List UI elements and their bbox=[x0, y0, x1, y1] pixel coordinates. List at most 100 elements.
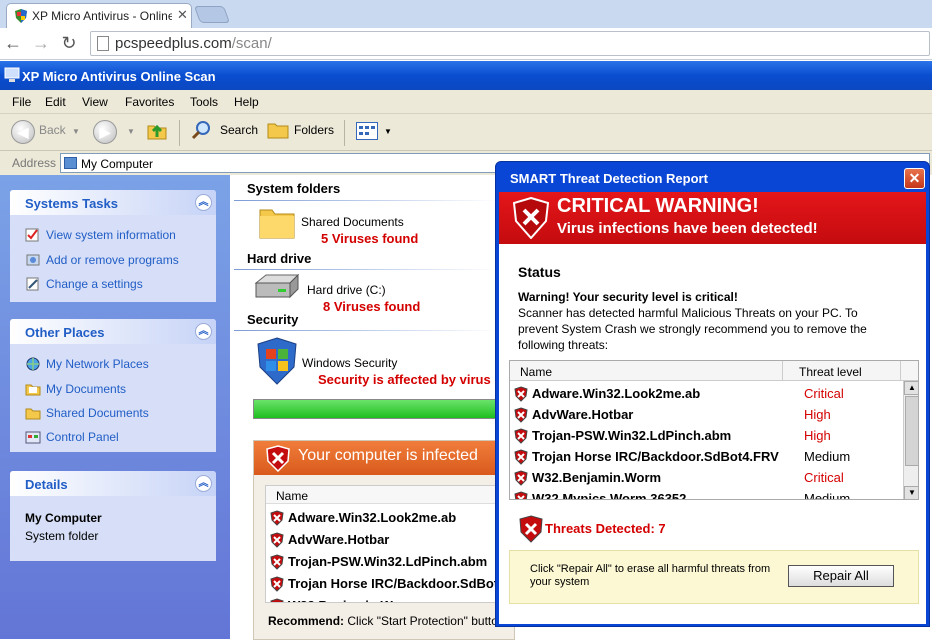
panel-title: Systems Tasks bbox=[25, 196, 118, 211]
threats-detected-count: Threats Detected: 7 bbox=[545, 521, 666, 536]
collapse-chevron-icon[interactable]: ︽ bbox=[195, 323, 212, 340]
windows-security-shield-icon[interactable] bbox=[256, 337, 298, 385]
sidebar-item-label: View system information bbox=[46, 228, 176, 242]
scroll-thumb[interactable] bbox=[905, 396, 918, 466]
section-divider bbox=[234, 269, 499, 270]
back-dropdown-icon[interactable]: ▼ bbox=[72, 127, 80, 136]
hard-drive-icon[interactable] bbox=[252, 273, 300, 303]
infection-threat-list[interactable]: Name Adware.Win32.Look2me.ab AdvWare.Hotb… bbox=[265, 485, 516, 603]
threat-name: Trojan Horse IRC/Backdoor.SdBot4.FRV bbox=[532, 449, 779, 464]
hard-drive-virus-count: 8 Viruses found bbox=[323, 299, 421, 314]
red-shield-x-icon bbox=[270, 510, 284, 529]
toolbar-separator bbox=[179, 120, 180, 146]
section-divider bbox=[234, 330, 499, 331]
threat-name: Trojan-PSW.Win32.LdPinch.abm bbox=[532, 428, 732, 443]
threat-row[interactable]: AdvWare.Hotbar High bbox=[514, 405, 902, 426]
menu-edit[interactable]: Edit bbox=[45, 95, 66, 109]
new-tab-button[interactable] bbox=[193, 6, 231, 23]
dialog-body: CRITICAL WARNING! Virus infections have … bbox=[499, 192, 926, 624]
computer-icon bbox=[4, 67, 20, 82]
window-title-bar: XP Micro Antivirus Online Scan bbox=[0, 61, 932, 90]
collapse-chevron-icon[interactable]: ︽ bbox=[195, 475, 212, 492]
views-icon[interactable] bbox=[356, 122, 378, 140]
system-tasks-panel: Systems Tasks ︽ View system information … bbox=[10, 190, 216, 302]
column-divider bbox=[782, 361, 783, 381]
threat-row[interactable]: W32.Benjamin.Worm Critical bbox=[514, 468, 902, 489]
other-places-header[interactable]: Other Places ︽ bbox=[10, 319, 216, 344]
address-label: Address bbox=[12, 156, 57, 170]
critical-warning-banner: CRITICAL WARNING! Virus infections have … bbox=[499, 192, 926, 244]
warning-text: Warning! Your security level is critical… bbox=[518, 290, 738, 304]
url-host: pcspeedplus.com bbox=[115, 35, 232, 52]
threat-name: AdvWare.Hotbar bbox=[532, 407, 634, 422]
threat-name: Adware.Win32.Look2me.ab bbox=[532, 386, 701, 401]
left-task-pane: Systems Tasks ︽ View system information … bbox=[0, 175, 230, 639]
shared-folder-icon[interactable] bbox=[258, 204, 296, 240]
views-dropdown-icon[interactable]: ▼ bbox=[384, 127, 392, 136]
menu-favorites[interactable]: Favorites bbox=[125, 95, 174, 109]
threat-name: W32.Benjamin.Worm bbox=[288, 598, 417, 602]
repair-box: Click "Repair All" to erase all harmful … bbox=[509, 550, 919, 604]
red-shield-x-icon bbox=[266, 445, 290, 472]
threat-report-dialog: SMART Threat Detection Report ✕ CRITICAL… bbox=[495, 161, 930, 627]
menu-tools[interactable]: Tools bbox=[190, 95, 218, 109]
scroll-up-icon[interactable]: ▲ bbox=[904, 381, 918, 395]
search-button-label[interactable]: Search bbox=[220, 123, 258, 137]
forward-arrow-icon[interactable]: → bbox=[30, 32, 52, 54]
hard-drive-name[interactable]: Hard drive (C:) bbox=[307, 283, 386, 297]
windows-security-name[interactable]: Windows Security bbox=[302, 356, 397, 370]
red-shield-x-icon bbox=[270, 576, 284, 595]
name-column-header[interactable]: Name bbox=[520, 365, 552, 379]
threat-row[interactable]: Trojan-PSW.Win32.LdPinch.abm High bbox=[514, 426, 902, 447]
scroll-down-icon[interactable]: ▼ bbox=[904, 486, 918, 499]
threat-level-column-header[interactable]: Threat level bbox=[799, 365, 862, 379]
red-shield-x-icon bbox=[514, 470, 528, 489]
repair-instructions: Click "Repair All" to erase all harmful … bbox=[530, 563, 771, 588]
other-places-panel: Other Places ︽ My Network Places My Docu… bbox=[10, 319, 216, 452]
system-tasks-header[interactable]: Systems Tasks ︽ bbox=[10, 190, 216, 215]
close-tab-icon[interactable]: ✕ bbox=[177, 7, 188, 23]
red-shield-x-icon bbox=[513, 197, 549, 239]
toolbar-separator bbox=[344, 120, 345, 146]
repair-all-button[interactable]: Repair All bbox=[788, 565, 894, 587]
browser-tab[interactable]: XP Micro Antivirus - Online Sc ✕ bbox=[6, 3, 192, 28]
threat-row[interactable]: Adware.Win32.Look2me.ab Critical bbox=[514, 384, 902, 405]
control-panel-icon bbox=[25, 431, 41, 444]
forward-icon[interactable]: ▶ bbox=[93, 120, 117, 144]
menu-view[interactable]: View bbox=[82, 95, 108, 109]
folders-button-label[interactable]: Folders bbox=[294, 123, 334, 137]
address-value: My Computer bbox=[81, 157, 154, 171]
back-icon[interactable]: ◀ bbox=[11, 120, 35, 144]
menu-bar: File Edit View Favorites Tools Help bbox=[0, 90, 932, 114]
threat-name: W32.Benjamin.Worm bbox=[532, 470, 662, 485]
sidebar-item-label: My Network Places bbox=[46, 357, 149, 371]
critical-warning-subtitle: Virus infections have been detected! bbox=[557, 220, 818, 237]
shared-documents-virus-count: 5 Viruses found bbox=[321, 231, 419, 246]
menu-help[interactable]: Help bbox=[234, 95, 259, 109]
menu-file[interactable]: File bbox=[12, 95, 31, 109]
infection-header: Your computer is infected bbox=[254, 441, 516, 475]
details-header[interactable]: Details ︽ bbox=[10, 471, 216, 496]
section-heading: Hard drive bbox=[247, 251, 312, 266]
reload-icon[interactable]: ↻ bbox=[58, 32, 80, 54]
red-shield-x-icon bbox=[514, 407, 528, 426]
back-button-label[interactable]: Back bbox=[39, 123, 66, 137]
browser-nav-bar: ← → ↻ pcspeedplus.com/scan/ bbox=[0, 28, 932, 60]
threat-level: High bbox=[804, 407, 831, 422]
folders-icon[interactable] bbox=[267, 120, 289, 140]
collapse-chevron-icon[interactable]: ︽ bbox=[195, 194, 212, 211]
threat-table[interactable]: Name Threat level Adware.Win32.Look2me.a… bbox=[509, 360, 919, 500]
description-text: Scanner has detected harmful Malicious T… bbox=[518, 306, 867, 352]
threat-row[interactable]: Trojan Horse IRC/Backdoor.SdBot4.FRV Medi… bbox=[514, 447, 902, 468]
search-icon[interactable] bbox=[191, 119, 213, 141]
sidebar-item-label: Shared Documents bbox=[46, 406, 149, 420]
back-arrow-icon[interactable]: ← bbox=[2, 32, 24, 54]
threat-table-scrollbar[interactable]: ▲ ▼ bbox=[903, 381, 918, 499]
url-bar[interactable]: pcspeedplus.com/scan/ bbox=[90, 31, 930, 56]
close-icon[interactable]: ✕ bbox=[904, 168, 925, 189]
shared-documents-name[interactable]: Shared Documents bbox=[301, 215, 404, 229]
forward-dropdown-icon[interactable]: ▼ bbox=[127, 127, 135, 136]
threat-row[interactable]: W32.Mypics.Worm.36352 Medium bbox=[514, 489, 902, 499]
folder-up-icon[interactable] bbox=[145, 118, 169, 142]
panel-title: Other Places bbox=[25, 325, 105, 340]
